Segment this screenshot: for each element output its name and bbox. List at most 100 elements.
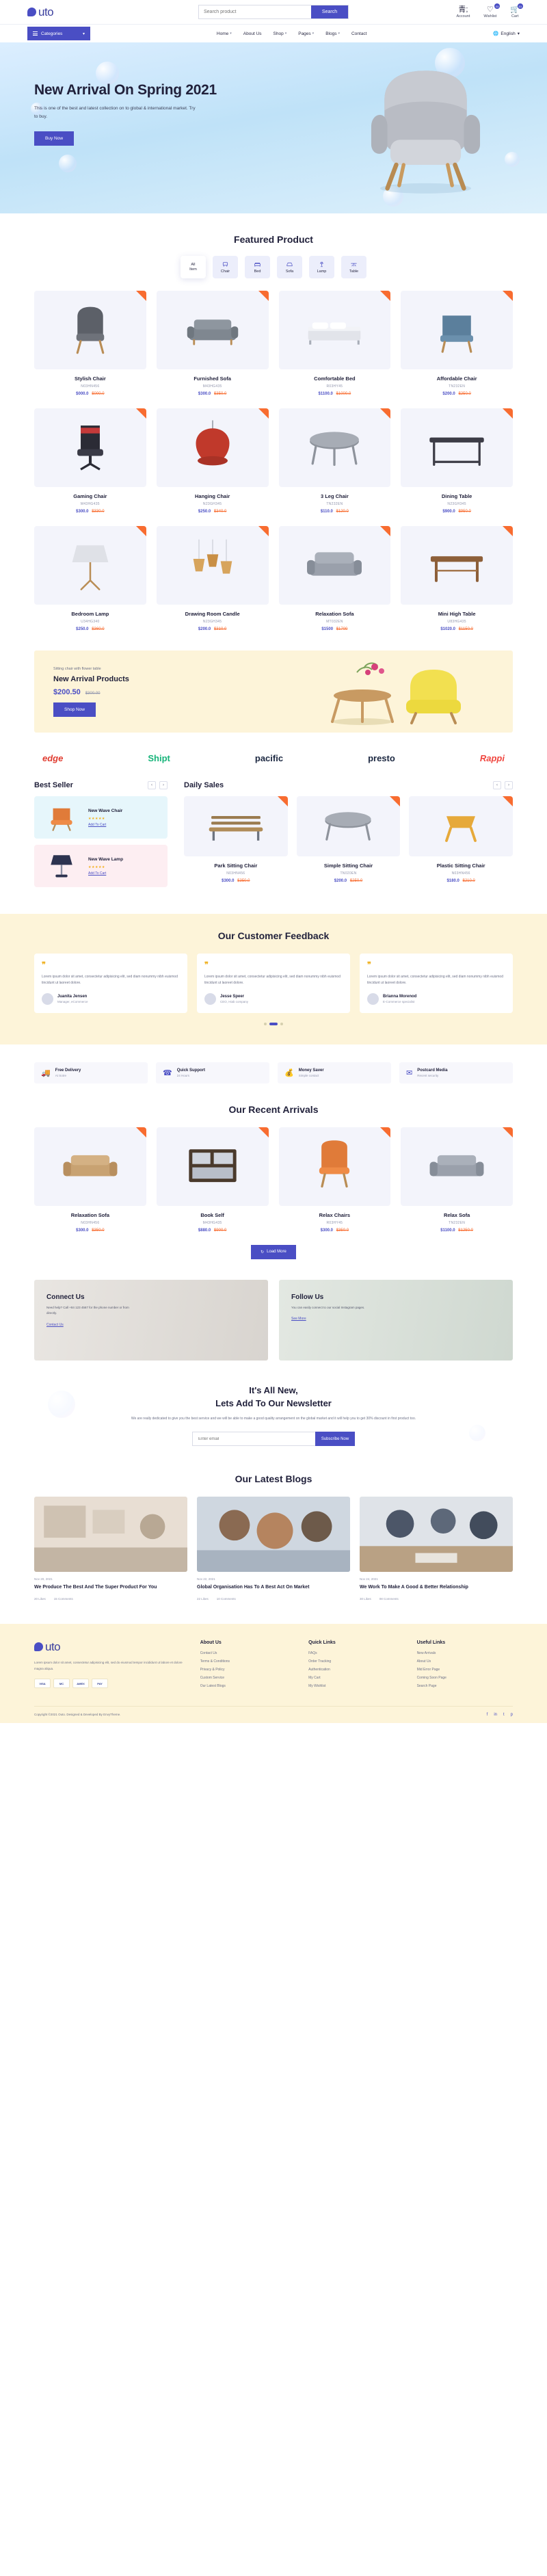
filter-tab-chair[interactable]: Chair <box>213 256 238 278</box>
footer-link[interactable]: Terms & Conditions <box>200 1659 296 1664</box>
add-to-cart-link[interactable]: Add To Cart <box>88 823 122 827</box>
footer-link[interactable]: Search Page <box>417 1684 513 1688</box>
carousel-dot-active[interactable] <box>269 1022 278 1025</box>
linkedin-icon[interactable]: in <box>494 1713 497 1717</box>
blog-card[interactable]: Nov 24, 2021 We Work To Make A Good & Be… <box>360 1497 513 1601</box>
nav-item-shop[interactable]: Shop ▾ <box>274 31 287 36</box>
product-card[interactable]: Drawing Room Candle N23GH345 $200.0 $310… <box>156 526 269 631</box>
filter-tab-lamp[interactable]: Lamp <box>309 256 334 278</box>
blog-card[interactable]: Nov 20, 2021 We Produce The Best And The… <box>34 1497 187 1601</box>
footer-logo[interactable]: uto <box>34 1640 144 1654</box>
footer-link[interactable]: New Arrivals <box>417 1651 513 1655</box>
footer-column-title: About Us <box>200 1640 222 1645</box>
filter-tab-bed[interactable]: Bed <box>245 256 270 278</box>
product-card[interactable]: Relaxation Sofa N03HN456 $300.0 $350.0 <box>34 1127 146 1233</box>
product-card[interactable]: Park Sitting Chair N03HN456 $300.0 $350.… <box>184 796 288 883</box>
product-price: $1500 $1700 <box>279 627 391 631</box>
footer-column-title: Quick Links <box>308 1640 336 1645</box>
product-card[interactable]: Stylish Chair N03HN456 $000.0 $000.0 <box>34 291 146 396</box>
nav-item-about[interactable]: About Us <box>243 31 262 36</box>
twitter-icon[interactable]: t <box>503 1713 505 1717</box>
promo-shop-now-button[interactable]: Shop Now <box>53 702 96 717</box>
search-button[interactable]: Search <box>311 5 348 18</box>
blog-likes: 20 Likes <box>34 1596 46 1601</box>
next-arrow-icon[interactable]: › <box>505 781 513 789</box>
wishlist-label: Wishlist <box>483 14 497 18</box>
prev-arrow-icon[interactable]: ‹ <box>493 781 501 789</box>
product-card[interactable]: Hanging Chair N23GH345 $250.0 $340.0 <box>156 408 269 514</box>
product-name: 3 Leg Chair <box>320 493 349 499</box>
filter-tab-all-item[interactable]: All Item <box>181 256 206 278</box>
product-card[interactable]: Relaxation Sofa MT032EN $1500 $1700 <box>278 526 391 631</box>
search-input[interactable] <box>199 5 311 18</box>
author-name: Jesse Speer <box>220 994 245 999</box>
product-thumbnail <box>278 408 391 487</box>
carousel-dot[interactable] <box>280 1022 283 1025</box>
product-card[interactable]: Relax Sofa TN232EN $1100.0 $1250.0 <box>401 1127 513 1233</box>
best-seller-item[interactable]: New Wave Chair ★★★★★ Add To Cart <box>34 796 168 839</box>
wishlist-link[interactable]: ♡ 01 Wishlist <box>483 3 501 18</box>
follow-link[interactable]: See More <box>291 1317 306 1321</box>
add-to-cart-link[interactable]: Add To Cart <box>88 871 123 876</box>
product-card[interactable]: Bedroom Lamp U34HG340 $250.0 $360.0 <box>34 526 146 631</box>
footer-link[interactable]: About Us <box>417 1659 513 1664</box>
footer-link[interactable]: Order Tracking <box>308 1659 404 1664</box>
account-link[interactable]: 青; Account <box>456 5 470 18</box>
site-logo[interactable]: uto <box>27 5 137 19</box>
follow-us-card: Follow Us You can easily connect to our … <box>279 1279 513 1361</box>
newsletter-email-input[interactable] <box>192 1432 315 1446</box>
nav-item-blogs[interactable]: Blogs ▾ <box>325 31 340 36</box>
hero-buy-now-button[interactable]: Buy Now <box>34 131 75 146</box>
product-card[interactable]: Dining Table N23GH345 $900.0 $950.0 <box>401 408 513 514</box>
footer-link[interactable]: Mid Error Page <box>417 1668 513 1672</box>
footer-link[interactable]: My Wishlist <box>308 1684 404 1688</box>
filter-tab-table[interactable]: Table <box>341 256 366 278</box>
subscribe-button[interactable]: Subscribe Now <box>315 1432 355 1446</box>
pinterest-icon[interactable]: p <box>511 1713 513 1717</box>
footer-link[interactable]: Custom Service <box>200 1676 296 1680</box>
product-card[interactable]: Book Self M43HG435 $880.0 $900.0 <box>156 1127 269 1233</box>
footer-link[interactable]: My Cart <box>308 1676 404 1680</box>
nav-label: Contact <box>351 31 367 36</box>
product-card[interactable]: Mini High Table U83HG435 $1020.0 $1150.0 <box>401 526 513 631</box>
connect-link[interactable]: Contact Us <box>46 1323 64 1327</box>
product-card[interactable]: Affordable Chair TN232EN $200.0 $250.0 <box>401 291 513 396</box>
featured-products-row-2: Gaming Chair M43HG435 $300.0 $330.0 Hang… <box>34 408 513 514</box>
product-name: Relax Sofa <box>443 1211 470 1218</box>
nav-item-home[interactable]: Home ▾ <box>217 31 232 36</box>
product-card[interactable]: Furnished Sofa M43HG435 $300.0 $350.0 <box>156 291 269 396</box>
product-card[interactable]: Relax Chairs R03HY45 $300.0 $350.0 <box>278 1127 391 1233</box>
footer-link[interactable]: Coming Soon Page <box>417 1676 513 1680</box>
product-card[interactable]: Gaming Chair M43HG435 $300.0 $330.0 <box>34 408 146 514</box>
prev-arrow-icon[interactable]: ‹ <box>148 781 156 789</box>
filter-tab-sofa[interactable]: Sofa <box>277 256 302 278</box>
footer-link[interactable]: Contact Us <box>200 1651 296 1655</box>
footer-link[interactable]: FAQs <box>308 1651 404 1655</box>
support-icon: ☎ <box>163 1068 172 1077</box>
categories-button[interactable]: Categories ▾ <box>27 27 90 40</box>
nav-item-contact[interactable]: Contact <box>351 31 366 36</box>
language-selector[interactable]: 🌐 English ▾ <box>493 31 520 37</box>
feature-strip: 🚚 Free Delivery At Sotre ☎ Quick Support… <box>34 1062 513 1083</box>
product-card[interactable]: Plastic Sitting Chair N03HN456 $180.0 $2… <box>409 796 513 883</box>
product-card[interactable]: 3 Leg Chair TN232EN $110.0 $120.0 <box>278 408 391 514</box>
footer-link[interactable]: Privacy & Policy <box>200 1668 296 1672</box>
cart-label: Cart <box>511 14 519 18</box>
nav-item-pages[interactable]: Pages ▾ <box>298 31 314 36</box>
footer-link[interactable]: Our Latest Blogs <box>200 1684 296 1688</box>
price-old: $250.0 <box>458 392 471 396</box>
product-name: Bedroom Lamp <box>71 611 109 617</box>
carousel-dot[interactable] <box>264 1022 267 1025</box>
footer-link[interactable]: Authentication <box>308 1668 404 1672</box>
product-card[interactable]: Simple Sitting Chair TN020EN $200.0 $250… <box>296 796 401 883</box>
facebook-icon[interactable]: f <box>487 1713 488 1717</box>
feedback-author: Juanita Jensen Manager, eCommerce <box>42 993 180 1005</box>
feature-title: Postcard Media <box>417 1068 448 1073</box>
blog-card[interactable]: Nov 22, 2021 Global Organisation Has To … <box>197 1497 350 1601</box>
brand-logos: edge Shipt pacific presto Rappi <box>34 753 513 763</box>
load-more-button[interactable]: ↻ Load More <box>251 1244 296 1259</box>
cart-link[interactable]: 🛒 01 Cart <box>510 3 523 18</box>
next-arrow-icon[interactable]: › <box>159 781 168 789</box>
product-card[interactable]: Comfortable Bed R03HY45 $1100.0 $1000.0 <box>278 291 391 396</box>
best-seller-item[interactable]: New Wave Lamp ★★★★★ Add To Cart <box>34 845 168 887</box>
